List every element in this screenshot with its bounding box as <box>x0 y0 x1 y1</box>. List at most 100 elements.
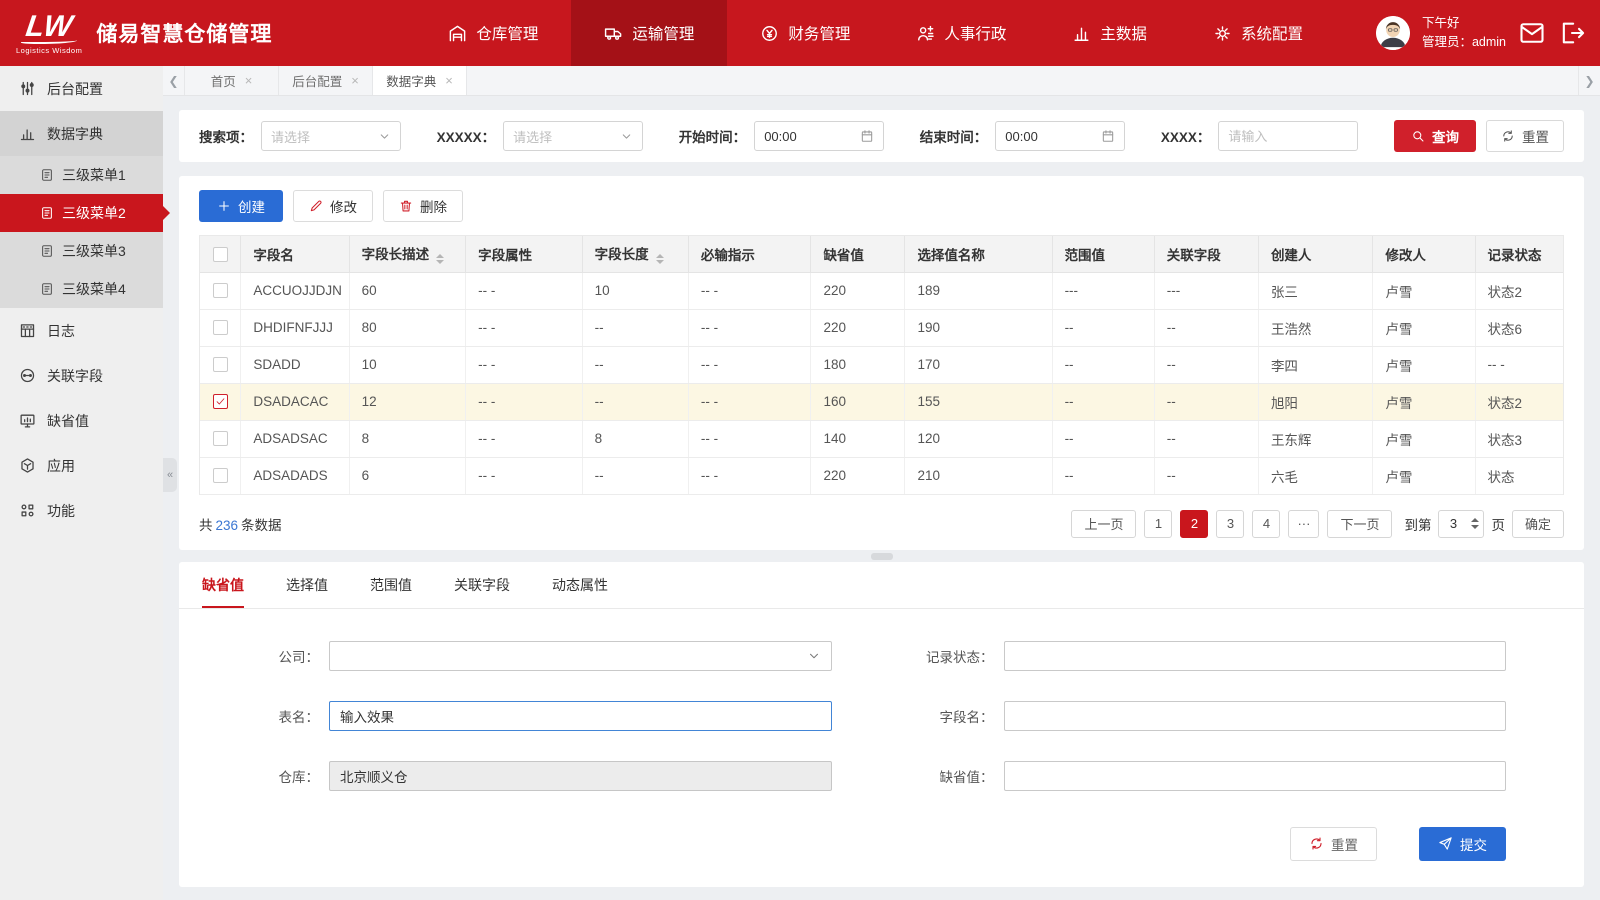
row-checkbox[interactable] <box>213 431 228 446</box>
goto-page: 到第 3 页 确定 <box>1404 510 1564 538</box>
nav-item-0[interactable]: 仓库管理 <box>415 0 571 66</box>
row-checkbox[interactable] <box>213 394 228 409</box>
table-row-4[interactable]: ADSADSAC8-- -8-- -140120----王东辉卢雪状态3 <box>200 420 1563 457</box>
sidebar-subitem-3[interactable]: 三级菜单4 <box>0 270 163 308</box>
filter-start-time: 开始时间： <box>679 121 885 151</box>
column-header-10[interactable]: 修改人 <box>1373 236 1475 272</box>
goto-confirm-button[interactable]: 确定 <box>1512 510 1564 538</box>
delete-button[interactable]: 删除 <box>383 190 463 222</box>
page-button-4[interactable]: 4 <box>1252 510 1280 538</box>
sidebar-item-0[interactable]: 后台配置 <box>0 66 163 111</box>
sidebar-item-6[interactable]: 功能 <box>0 488 163 533</box>
tabs-scroll-left-icon[interactable]: ❮ <box>163 66 185 95</box>
sidebar-item-5[interactable]: 应用 <box>0 443 163 488</box>
row-checkbox[interactable] <box>213 320 228 335</box>
table-row-1[interactable]: DHDIFNFJJJ80-- ----- -220190----王浩然卢雪状态6 <box>200 309 1563 346</box>
row-checkbox[interactable] <box>213 357 228 372</box>
search-icon <box>1411 129 1425 143</box>
default-value-input[interactable] <box>1015 768 1496 783</box>
sidebar-item-3[interactable]: 关联字段 <box>0 353 163 398</box>
create-button[interactable]: 创建 <box>199 190 283 222</box>
detail-tab-0[interactable]: 缺省值 <box>202 562 244 608</box>
edit-button[interactable]: 修改 <box>293 190 373 222</box>
tab-0[interactable]: 首页× <box>185 66 279 95</box>
form-reset-button[interactable]: 重置 <box>1290 827 1377 861</box>
start-time-input[interactable] <box>764 129 860 144</box>
next-page-button[interactable]: 下一页 <box>1327 510 1392 538</box>
sort-icon[interactable] <box>436 254 444 264</box>
logout-icon[interactable] <box>1558 20 1586 46</box>
column-header-3[interactable]: 字段长度 <box>582 236 688 272</box>
sidebar-item-2[interactable]: 日志 <box>0 308 163 353</box>
search-item-select[interactable]: 请选择 <box>261 121 401 151</box>
nav-item-3[interactable]: 人事行政 <box>883 0 1039 66</box>
nav-item-2[interactable]: 财务管理 <box>727 0 883 66</box>
refresh-icon <box>1501 129 1515 143</box>
sidebar-subitem-0[interactable]: 三级菜单1 <box>0 156 163 194</box>
column-header-2[interactable]: 字段属性 <box>466 236 582 272</box>
table-name-input[interactable] <box>340 708 821 723</box>
page-number-stepper[interactable]: 3 <box>1438 510 1484 538</box>
xxxx-input[interactable] <box>1228 129 1348 144</box>
detail-tab-2[interactable]: 范围值 <box>370 562 412 608</box>
column-header-6[interactable]: 选择值名称 <box>905 236 1052 272</box>
calendar-icon[interactable] <box>860 129 874 143</box>
table-cell: -- - <box>466 383 582 420</box>
calendar-icon[interactable] <box>1101 129 1115 143</box>
table-row-2[interactable]: SDADD10-- ----- -180170----李四卢雪-- - <box>200 346 1563 383</box>
column-header-8[interactable]: 关联字段 <box>1154 236 1258 272</box>
column-header-11[interactable]: 记录状态 <box>1475 236 1563 272</box>
tab-2[interactable]: 数据字典× <box>373 66 467 95</box>
stepper-arrows-icon[interactable] <box>1467 518 1483 529</box>
field-name-input[interactable] <box>1015 708 1496 723</box>
page-button-2[interactable]: 2 <box>1180 510 1208 538</box>
xxxxx-select[interactable]: 请选择 <box>503 121 643 151</box>
select-all-checkbox[interactable] <box>213 247 228 262</box>
page-button-1[interactable]: 1 <box>1144 510 1172 538</box>
column-header-4[interactable]: 必输指示 <box>688 236 811 272</box>
tabs-scroll-right-icon[interactable]: ❯ <box>1578 66 1600 95</box>
company-select[interactable] <box>329 641 832 671</box>
close-icon[interactable]: × <box>351 73 359 88</box>
row-checkbox[interactable] <box>213 283 228 298</box>
detail-tab-3[interactable]: 关联字段 <box>454 562 510 608</box>
sidebar-subitem-1[interactable]: 三级菜单2 <box>0 194 163 232</box>
column-header-0[interactable]: 字段名 <box>241 236 349 272</box>
table-row-0[interactable]: ACCUOJJDJN60-- -10-- -220189------张三卢雪状态… <box>200 272 1563 309</box>
prev-page-button[interactable]: 上一页 <box>1071 510 1136 538</box>
detail-footer: 重置 提交 <box>179 791 1584 887</box>
nav-item-1[interactable]: 运输管理 <box>571 0 727 66</box>
nav-item-4[interactable]: 主数据 <box>1039 0 1180 66</box>
sidebar-subitem-2[interactable]: 三级菜单3 <box>0 232 163 270</box>
close-icon[interactable]: × <box>445 73 453 88</box>
sidebar-collapse-handle[interactable]: « <box>163 458 177 492</box>
page-button-···[interactable]: ··· <box>1288 510 1319 538</box>
page-button-3[interactable]: 3 <box>1216 510 1244 538</box>
close-icon[interactable]: × <box>245 73 253 88</box>
detail-tab-4[interactable]: 动态属性 <box>552 562 608 608</box>
sidebar-item-4[interactable]: 缺省值 <box>0 398 163 443</box>
column-header-5[interactable]: 缺省值 <box>811 236 905 272</box>
sort-icon[interactable] <box>656 254 664 264</box>
end-time-input[interactable] <box>1005 129 1101 144</box>
table-row-3[interactable]: DSADACAC12-- ----- -160155----旭阳卢雪状态2 <box>200 383 1563 420</box>
row-checkbox[interactable] <box>213 468 228 483</box>
sidebar-item-1[interactable]: 数据字典 <box>0 111 163 156</box>
app-window: LW Logistics Wisdom 储易智慧仓储管理 仓库管理运输管理财务管… <box>0 0 1600 900</box>
submit-button[interactable]: 提交 <box>1419 827 1506 861</box>
nav-item-label: 人事行政 <box>944 22 1006 44</box>
table-cell: SDADD <box>241 346 349 383</box>
nav-item-5[interactable]: 系统配置 <box>1180 0 1336 66</box>
filter-reset-button[interactable]: 重置 <box>1486 120 1564 152</box>
tab-1[interactable]: 后台配置× <box>279 66 373 95</box>
record-status-input[interactable] <box>1015 648 1496 663</box>
table-row-5[interactable]: ADSADADS6-- ----- -220210----六毛卢雪状态 <box>200 457 1563 494</box>
avatar[interactable] <box>1376 16 1410 50</box>
detail-tab-1[interactable]: 选择值 <box>286 562 328 608</box>
column-header-9[interactable]: 创建人 <box>1258 236 1372 272</box>
query-button[interactable]: 查询 <box>1394 120 1476 152</box>
splitter-grip[interactable] <box>871 553 893 560</box>
column-header-7[interactable]: 范围值 <box>1052 236 1154 272</box>
column-header-1[interactable]: 字段长描述 <box>349 236 465 272</box>
mail-icon[interactable] <box>1518 20 1546 46</box>
